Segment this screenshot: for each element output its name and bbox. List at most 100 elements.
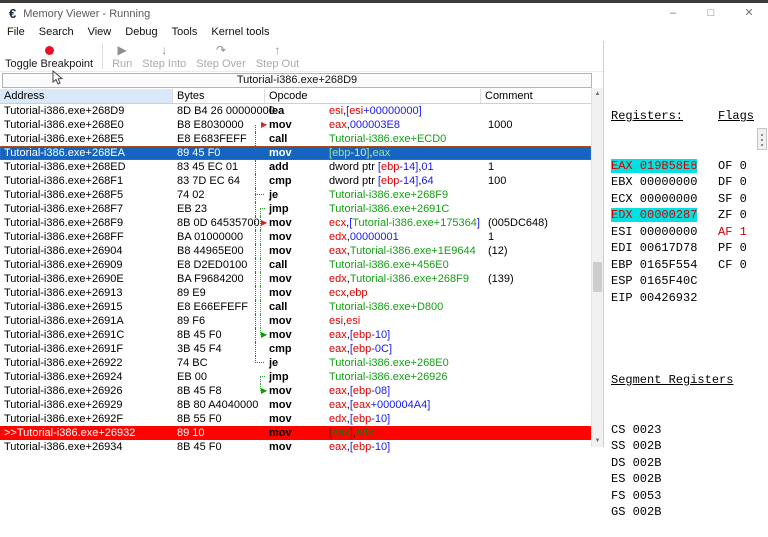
toolbar-toggle-breakpoint-button[interactable]: Toggle Breakpoint <box>0 41 98 70</box>
jump-line-gutter <box>253 412 265 426</box>
address-cell: Tutorial-i386.exe+26915 <box>0 300 173 314</box>
segment-register-row-fs[interactable]: FS 0053 <box>611 488 768 505</box>
jump-line <box>255 194 264 195</box>
menu-item-debug[interactable]: Debug <box>118 24 164 41</box>
register-row-esp[interactable]: ESP 0165F40C <box>611 273 716 290</box>
panel-splitter-button[interactable] <box>757 128 767 150</box>
table-row[interactable]: >>Tutorial-i386.exe+2693289 10mov[eax],e… <box>0 426 591 440</box>
jump-line-gutter <box>253 356 265 370</box>
toolbar-step-into-button[interactable]: ↓Step Into <box>137 41 191 70</box>
address-bar[interactable]: Tutorial-i386.exe+268D9 <box>2 73 592 88</box>
jump-line <box>260 286 261 300</box>
operand-segment: ebp <box>353 329 371 341</box>
table-row[interactable]: Tutorial-i386.exe+2692F8B 55 F0movedx,[e… <box>0 412 591 426</box>
column-header-comment[interactable]: Comment <box>481 89 591 103</box>
table-row[interactable]: Tutorial-i386.exe+268F183 7D EC 64cmpdwo… <box>0 174 591 188</box>
table-row[interactable]: Tutorial-i386.exe+2691F3B 45 F4cmpeax,[e… <box>0 342 591 356</box>
menu-bar: FileSearchViewDebugToolsKernel tools <box>0 24 768 41</box>
flag-row-of[interactable]: OF 0 <box>718 158 761 175</box>
flag-row-cf[interactable]: CF 0 <box>718 257 761 274</box>
table-row[interactable]: Tutorial-i386.exe+269348B 45 F0moveax,[e… <box>0 440 591 454</box>
register-row-eip[interactable]: EIP 00426932 <box>611 290 716 307</box>
segment-register-row-cs[interactable]: CS 0023 <box>611 422 768 439</box>
toolbar-run-button[interactable]: ▶Run <box>107 41 137 70</box>
scroll-up-icon[interactable]: ▲ <box>592 88 603 100</box>
segment-register-row-gs[interactable]: GS 002B <box>611 504 768 521</box>
register-row-ebx[interactable]: EBX 00000000 <box>611 174 716 191</box>
flag-row-zf[interactable]: ZF 0 <box>718 207 761 224</box>
register-row-ebp[interactable]: EBP 0165F554 <box>611 257 716 274</box>
toolbar-step-over-button[interactable]: ↷Step Over <box>191 41 251 70</box>
table-row[interactable]: Tutorial-i386.exe+269268B 45 F8▶moveax,[… <box>0 384 591 398</box>
table-row[interactable]: Tutorial-i386.exe+268E5E8 E683FEFFcallTu… <box>0 132 591 146</box>
table-row[interactable]: Tutorial-i386.exe+268F574 02jeTutorial-i… <box>0 188 591 202</box>
flag-row-af[interactable]: AF 1 <box>718 224 761 241</box>
menu-item-file[interactable]: File <box>0 24 32 41</box>
comment-cell <box>481 314 591 328</box>
table-row[interactable]: Tutorial-i386.exe+2691A89 F6movesi,esi <box>0 314 591 328</box>
menu-item-search[interactable]: Search <box>32 24 81 41</box>
operand-segment: 00000001 <box>350 231 399 243</box>
table-row[interactable]: Tutorial-i386.exe+268FFBA 01000000movedx… <box>0 230 591 244</box>
menu-item-kernel-tools[interactable]: Kernel tools <box>204 24 276 41</box>
jump-line <box>260 300 261 314</box>
table-row[interactable]: Tutorial-i386.exe+26904B8 44965E00moveax… <box>0 244 591 258</box>
register-row-ecx[interactable]: ECX 00000000 <box>611 191 716 208</box>
menu-item-tools[interactable]: Tools <box>165 24 205 41</box>
table-row[interactable]: Tutorial-i386.exe+268ED83 45 EC 01adddwo… <box>0 160 591 174</box>
operand-segment: eax <box>329 441 347 453</box>
column-header-opcode[interactable]: Opcode <box>265 89 481 103</box>
toolbar-separator <box>102 43 103 69</box>
mnemonic: mov <box>269 398 329 412</box>
opcode-cell: mov[eax],edx <box>265 426 481 440</box>
mnemonic: mov <box>269 440 329 454</box>
scrollbar-thumb[interactable] <box>593 262 602 292</box>
mouse-cursor <box>52 70 64 86</box>
scroll-down-icon[interactable]: ▼ <box>592 435 603 447</box>
table-row[interactable]: Tutorial-i386.exe+2691C8B 45 F0▶moveax,[… <box>0 328 591 342</box>
maximize-button[interactable]: □ <box>692 3 730 24</box>
opcode-cell: adddword ptr [ebp-14],01 <box>265 160 481 174</box>
segment-register-row-es[interactable]: ES 002B <box>611 471 768 488</box>
opcode-cell: callTutorial-i386.exe+ECD0 <box>265 132 481 146</box>
operand-segment: eax <box>329 245 347 257</box>
table-row[interactable]: Tutorial-i386.exe+268E0B8 E8030000▶movea… <box>0 118 591 132</box>
table-row[interactable]: Tutorial-i386.exe+2692274 BCjeTutorial-i… <box>0 356 591 370</box>
vertical-scrollbar[interactable]: ▲ ▼ <box>591 88 603 447</box>
table-row[interactable]: Tutorial-i386.exe+26924EB 00jmpTutorial-… <box>0 370 591 384</box>
jump-line <box>255 160 256 174</box>
register-row-edx[interactable]: EDX 00000287 <box>611 207 716 224</box>
minimize-button[interactable]: – <box>654 3 692 24</box>
table-row[interactable]: Tutorial-i386.exe+269298B 80 A4040000mov… <box>0 398 591 412</box>
table-row[interactable]: Tutorial-i386.exe+26909E8 D2ED0100callTu… <box>0 258 591 272</box>
table-row[interactable]: Tutorial-i386.exe+268EA89 45 F0mov[ebp-1… <box>0 146 591 160</box>
register-row-eax[interactable]: EAX 019B58E8 <box>611 158 716 175</box>
jump-line-gutter <box>253 426 265 440</box>
mnemonic: je <box>269 188 329 202</box>
register-row-edi[interactable]: EDI 00617D78 <box>611 240 716 257</box>
table-row[interactable]: Tutorial-i386.exe+26915E8 E66EFEFFcallTu… <box>0 300 591 314</box>
register-row-esi[interactable]: ESI 00000000 <box>611 224 716 241</box>
column-header-address[interactable]: Address <box>0 89 173 103</box>
flag-row-df[interactable]: DF 0 <box>718 174 761 191</box>
comment-cell <box>481 328 591 342</box>
segment-register-row-ss[interactable]: SS 002B <box>611 438 768 455</box>
segment-register-row-ds[interactable]: DS 002B <box>611 455 768 472</box>
close-button[interactable]: ✕ <box>730 3 768 24</box>
menu-item-view[interactable]: View <box>81 24 119 41</box>
flag-row-pf[interactable]: PF 0 <box>718 240 761 257</box>
jump-line-gutter <box>253 342 265 356</box>
jump-line-gutter: ▶ <box>253 384 265 398</box>
operand-segment: ebp <box>381 175 399 187</box>
address-cell: Tutorial-i386.exe+26924 <box>0 370 173 384</box>
flag-row-sf[interactable]: SF 0 <box>718 191 761 208</box>
table-row[interactable]: Tutorial-i386.exe+2691389 E9movecx,ebp <box>0 286 591 300</box>
table-row[interactable]: Tutorial-i386.exe+268F7EB 23jmpTutorial-… <box>0 202 591 216</box>
table-row[interactable]: Tutorial-i386.exe+2690EBA F9684200movedx… <box>0 272 591 286</box>
operand-segment: -0C <box>371 343 389 355</box>
table-row[interactable]: Tutorial-i386.exe+268F98B 0D 64535700▶mo… <box>0 216 591 230</box>
jump-line-gutter: ▶ <box>253 328 265 342</box>
toolbar-step-out-button[interactable]: ↑Step Out <box>251 41 304 70</box>
table-row[interactable]: Tutorial-i386.exe+268D98D B4 26 00000000… <box>0 104 591 118</box>
column-header-bytes[interactable]: Bytes <box>173 89 265 103</box>
